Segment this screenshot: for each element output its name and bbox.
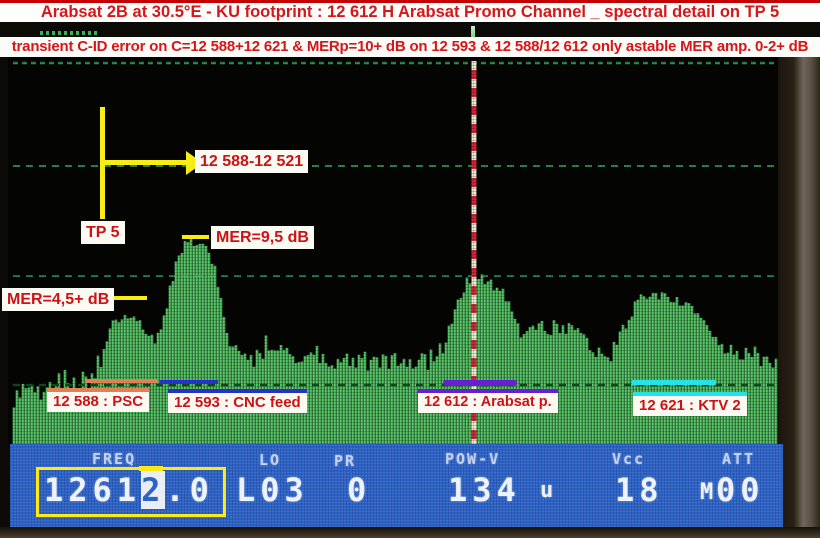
mer-floor-label: MER=4,5+ dB: [2, 288, 114, 311]
vcc-value: 18: [615, 471, 664, 509]
lo-value: L03: [236, 471, 309, 509]
bezel-bottom: [0, 527, 820, 538]
transponder-label-arabsat: 12 612 : Arabsat p.: [418, 389, 558, 413]
mer-peak-level-line: [182, 235, 209, 239]
transponder-marker-ktv: [632, 380, 716, 385]
gap-green-dashes: [40, 31, 98, 35]
transponder-marker-psc: [85, 379, 158, 383]
transponder-marker-arabsat: [443, 380, 517, 386]
powv-header: POW-V: [445, 450, 500, 468]
gap-marker-tick: [471, 26, 475, 37]
freq-header: FREQ: [92, 450, 136, 468]
spectrum-display: [0, 57, 820, 444]
att-value: 00: [716, 471, 765, 509]
title-gap-strip: [0, 22, 820, 37]
freq-range-label: 12 588-12 521: [195, 150, 308, 173]
frequency-cursor-tick: [139, 466, 163, 471]
att-header: ATT: [722, 450, 755, 468]
transponder-marker-cnc: [160, 380, 218, 384]
freq-range-arrow-shaft: [104, 160, 187, 165]
tp5-label: TP 5: [81, 221, 125, 244]
pr-header: PR: [334, 452, 356, 470]
transponder-label-psc: 12 588 : PSC: [47, 388, 149, 412]
att-prefix: M: [700, 480, 715, 505]
mer-peak-label: MER=9,5 dB: [211, 226, 314, 249]
vcc-header: Vcc: [612, 450, 645, 468]
device-screen-photo: Arabsat 2B at 30.5°E - KU footprint : 12…: [0, 0, 820, 538]
frequency-edit-box[interactable]: [36, 467, 226, 517]
powv-unit: u: [540, 478, 555, 503]
subtitle-bar: transient C-ID error on C=12 588+12 621 …: [0, 37, 820, 57]
pr-value: 0: [347, 471, 371, 509]
status-bar: FREQ LO PR POW-V Vcc ATT 12612.0 L03 0 1…: [10, 444, 783, 527]
mer-floor-level-line: [114, 296, 147, 300]
powv-value: 134: [448, 471, 521, 509]
transponder-label-ktv: 12 621 : KTV 2: [633, 392, 747, 416]
lo-header: LO: [259, 451, 281, 469]
transponder-label-cnc: 12 593 : CNC feed: [168, 389, 307, 413]
bezel-right: [778, 57, 820, 527]
title-bar: Arabsat 2B at 30.5°E - KU footprint : 12…: [0, 0, 820, 22]
